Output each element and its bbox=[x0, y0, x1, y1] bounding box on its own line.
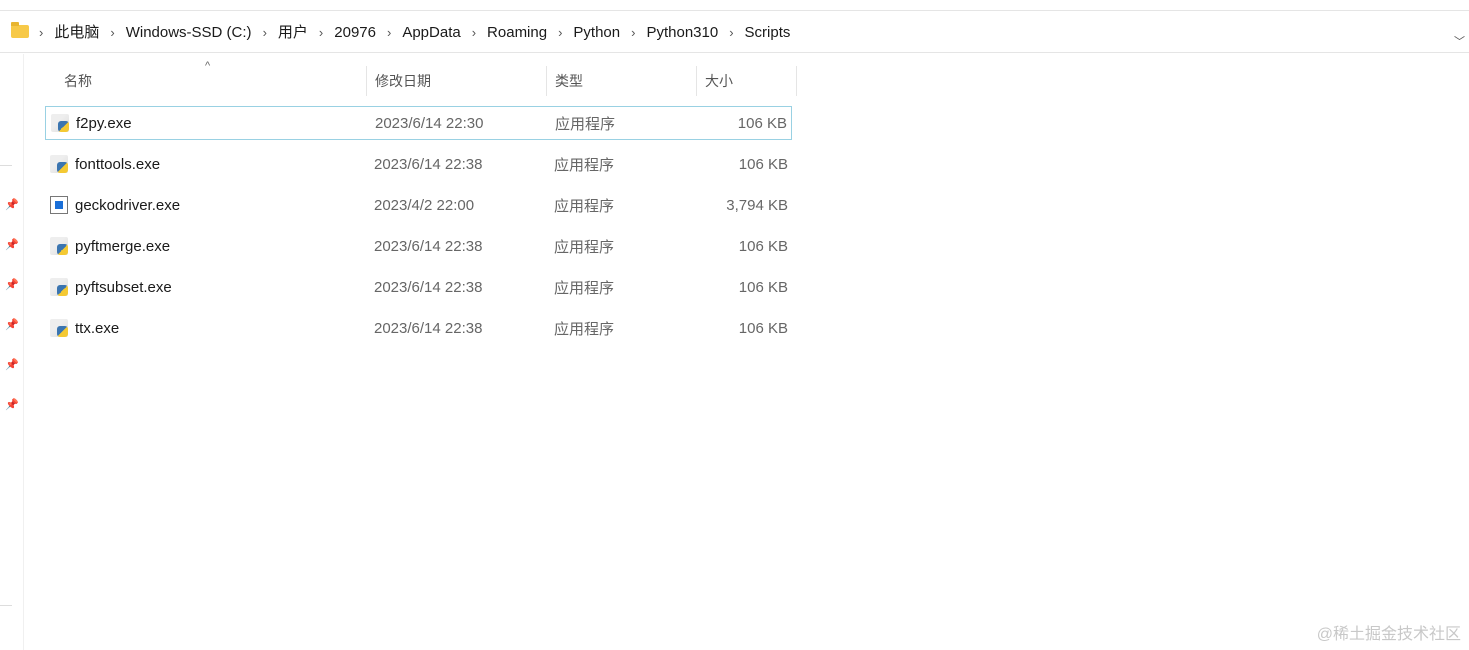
python-exe-icon bbox=[50, 237, 68, 255]
file-date: 2023/6/14 22:38 bbox=[374, 237, 483, 255]
chevron-right-icon[interactable]: › bbox=[39, 25, 43, 40]
column-header-size[interactable]: 大小 bbox=[697, 66, 797, 96]
file-type: 应用程序 bbox=[555, 115, 616, 133]
column-label: 大小 bbox=[705, 73, 733, 89]
file-row[interactable]: f2py.exe 2023/6/14 22:30 应用程序 106 KB bbox=[45, 106, 792, 140]
python-exe-icon bbox=[50, 155, 68, 173]
file-type: 应用程序 bbox=[554, 156, 615, 174]
chevron-right-icon[interactable]: › bbox=[319, 25, 323, 40]
file-type: 应用程序 bbox=[554, 279, 615, 297]
navigation-pane: 📌 📌 📌 📌 📌 📌 bbox=[0, 54, 24, 650]
chevron-down-icon[interactable]: ﹀ bbox=[1454, 33, 1465, 49]
divider bbox=[0, 165, 12, 166]
file-name: pyftsubset.exe bbox=[75, 278, 172, 296]
breadcrumb-item[interactable]: AppData bbox=[402, 24, 460, 41]
breadcrumb-item[interactable]: Roaming bbox=[487, 24, 547, 41]
address-bar[interactable]: › 此电脑 › Windows-SSD (C:) › 用户 › 20976 › AppData › R… bbox=[0, 11, 1469, 53]
file-name: pyftmerge.exe bbox=[75, 237, 171, 255]
file-date: 2023/4/2 22:00 bbox=[374, 196, 475, 214]
file-date: 2023/6/14 22:38 bbox=[374, 278, 483, 296]
file-size: 106 KB bbox=[738, 155, 788, 173]
python-exe-icon bbox=[50, 278, 68, 296]
folder-icon bbox=[11, 22, 29, 38]
breadcrumb-item[interactable]: 20976 bbox=[334, 24, 376, 41]
file-name: geckodriver.exe bbox=[75, 196, 181, 214]
file-size: 106 KB bbox=[738, 278, 788, 296]
breadcrumb-item[interactable]: Python310 bbox=[646, 24, 718, 41]
pin-icon[interactable]: 📌 bbox=[5, 358, 19, 371]
column-header-name[interactable]: 名称 bbox=[56, 66, 367, 96]
column-label: 修改日期 bbox=[375, 73, 431, 89]
file-type: 应用程序 bbox=[554, 197, 615, 215]
python-exe-icon bbox=[51, 114, 69, 132]
file-date: 2023/6/14 22:30 bbox=[375, 114, 484, 132]
column-header-type[interactable]: 类型 bbox=[547, 66, 697, 96]
file-type: 应用程序 bbox=[554, 238, 615, 256]
breadcrumb: › 此电脑 › Windows-SSD (C:) › 用户 › 20976 › AppData › R… bbox=[39, 21, 790, 42]
pin-icon[interactable]: 📌 bbox=[5, 318, 19, 331]
application-icon bbox=[50, 196, 68, 214]
breadcrumb-item[interactable]: 此电脑 bbox=[54, 24, 99, 41]
breadcrumb-item[interactable]: Python bbox=[573, 24, 620, 41]
file-row[interactable]: pyftmerge.exe 2023/6/14 22:38 应用程序 106 K… bbox=[45, 229, 792, 263]
pin-icon[interactable]: 📌 bbox=[5, 198, 19, 211]
file-date: 2023/6/14 22:38 bbox=[374, 319, 483, 337]
file-size: 106 KB bbox=[738, 237, 788, 255]
python-exe-icon bbox=[50, 319, 68, 337]
file-row[interactable]: geckodriver.exe 2023/4/2 22:00 应用程序 3,79… bbox=[45, 188, 792, 222]
column-header-date[interactable]: 修改日期 bbox=[367, 66, 547, 96]
chevron-right-icon[interactable]: › bbox=[387, 25, 391, 40]
divider bbox=[0, 605, 12, 606]
chevron-right-icon[interactable]: › bbox=[263, 25, 267, 40]
file-row[interactable]: ttx.exe 2023/6/14 22:38 应用程序 106 KB bbox=[45, 311, 792, 345]
file-row[interactable]: pyftsubset.exe 2023/6/14 22:38 应用程序 106 … bbox=[45, 270, 792, 304]
pin-icon[interactable]: 📌 bbox=[5, 398, 19, 411]
watermark: @稀土掘金技术社区 bbox=[1316, 626, 1461, 643]
column-label: 类型 bbox=[555, 73, 583, 89]
file-type: 应用程序 bbox=[554, 320, 615, 338]
chevron-right-icon[interactable]: › bbox=[472, 25, 476, 40]
column-label: 名称 bbox=[64, 73, 92, 89]
chevron-right-icon[interactable]: › bbox=[631, 25, 635, 40]
pin-icon[interactable]: 📌 bbox=[5, 278, 19, 291]
file-size: 106 KB bbox=[737, 114, 787, 132]
chevron-right-icon[interactable]: › bbox=[110, 25, 114, 40]
breadcrumb-item[interactable]: 用户 bbox=[278, 24, 308, 41]
chevron-right-icon[interactable]: › bbox=[729, 25, 733, 40]
file-name: f2py.exe bbox=[76, 114, 132, 132]
file-row[interactable]: fonttools.exe 2023/6/14 22:38 应用程序 106 K… bbox=[45, 147, 792, 181]
breadcrumb-item[interactable]: Scripts bbox=[745, 24, 791, 41]
file-size: 106 KB bbox=[738, 319, 788, 337]
pin-icon[interactable]: 📌 bbox=[5, 238, 19, 251]
breadcrumb-item[interactable]: Windows-SSD (C:) bbox=[126, 24, 252, 41]
file-name: ttx.exe bbox=[75, 319, 120, 337]
file-name: fonttools.exe bbox=[75, 155, 161, 173]
file-date: 2023/6/14 22:38 bbox=[374, 155, 483, 173]
file-size: 3,794 KB bbox=[726, 196, 788, 214]
chevron-right-icon[interactable]: › bbox=[558, 25, 562, 40]
